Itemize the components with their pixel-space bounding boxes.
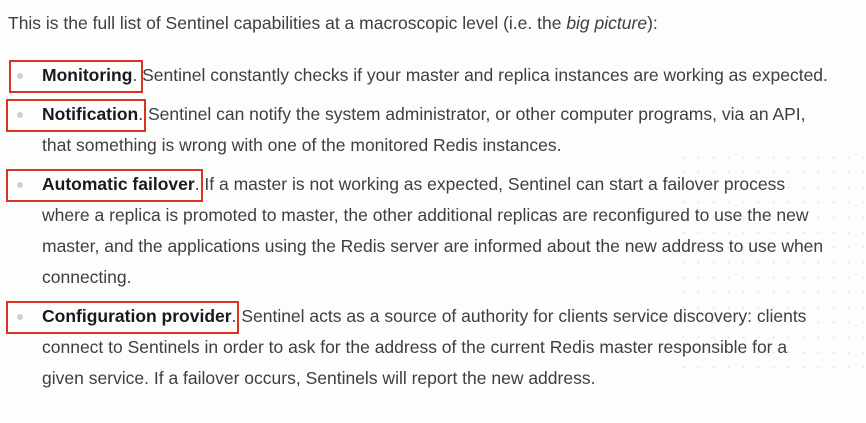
intro-paragraph: This is the full list of Sentinel capabi…: [8, 10, 658, 36]
capabilities-list: Monitoring. Sentinel constantly checks i…: [0, 60, 830, 402]
intro-emphasis: big picture: [566, 13, 648, 33]
list-item-automatic-failover: Automatic failover. If a master is not w…: [0, 169, 830, 293]
capability-term: Configuration provider: [42, 306, 232, 326]
list-item-notification: Notification. Sentinel can notify the sy…: [0, 99, 830, 161]
bullet-icon: [17, 112, 23, 118]
list-item-configuration-provider: Configuration provider. Sentinel acts as…: [0, 301, 830, 394]
bullet-icon: [17, 73, 23, 79]
capability-term: Monitoring: [42, 65, 133, 85]
list-item-monitoring: Monitoring. Sentinel constantly checks i…: [0, 60, 830, 93]
capability-term: Notification: [42, 104, 139, 124]
bullet-icon: [17, 182, 23, 188]
capability-description: Sentinel can notify the system administr…: [42, 104, 806, 155]
bullet-icon: [17, 314, 23, 320]
capability-description: Sentinel constantly checks if your maste…: [137, 65, 828, 85]
intro-prefix: This is the full list of Sentinel capabi…: [8, 13, 567, 33]
intro-suffix: ):: [647, 13, 658, 33]
capability-term: Automatic failover: [42, 174, 195, 194]
